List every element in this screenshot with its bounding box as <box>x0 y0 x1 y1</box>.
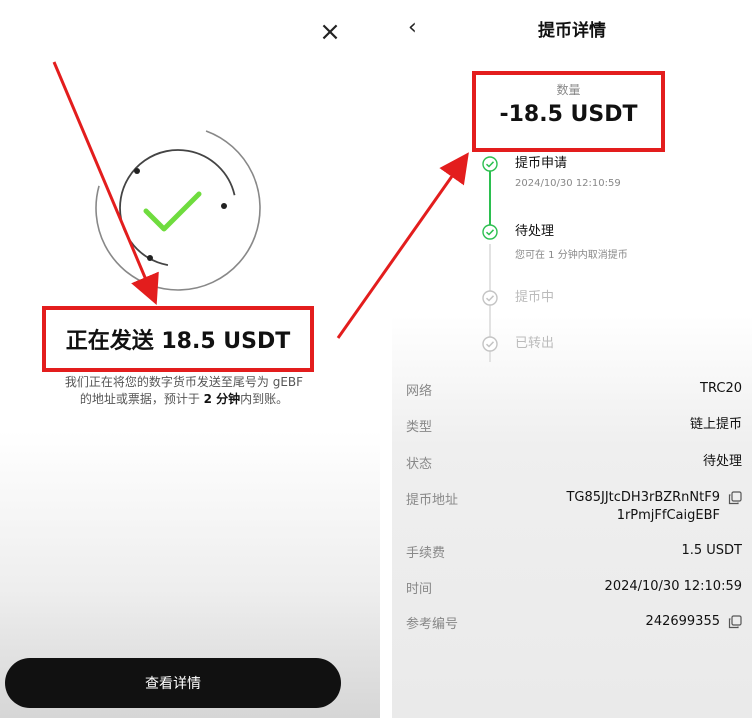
page-title: 提币详情 <box>538 21 606 41</box>
step-apply: 提币申请 2024/10/30 12:10:59 <box>482 156 742 196</box>
step-label: 提币申请 <box>515 156 568 171</box>
copy-icon[interactable] <box>728 491 742 505</box>
sending-title: 正在发送 18.5 USDT <box>65 329 291 354</box>
amount-value: -18.5 USDT <box>499 102 638 127</box>
success-spinner <box>95 125 261 291</box>
view-details-button[interactable]: 查看详情 <box>5 658 341 708</box>
step-timestamp: 2024/10/30 12:10:59 <box>515 178 621 189</box>
detail-row-address: 提币地址 TG85JJtcDH3rBZRnNtF9 1rPmjFfCaigEBF <box>406 489 742 529</box>
amount-label: 数量 <box>556 83 581 97</box>
step-withdrawing: 提币中 <box>482 290 742 330</box>
amount-highlight: 数量 -18.5 USDT <box>472 71 665 152</box>
step-processing: 待处理 您可在 1 分钟内取消提币 <box>482 224 742 264</box>
close-icon[interactable]: × <box>316 18 344 46</box>
step-note: 您可在 1 分钟内取消提币 <box>515 250 628 261</box>
check-circle-icon <box>482 156 498 172</box>
step-label: 待处理 <box>515 224 555 239</box>
withdraw-address[interactable]: TG85JJtcDH3rBZRnNtF9 1rPmjFfCaigEBF <box>566 489 720 525</box>
pending-circle-icon <box>482 290 498 306</box>
sending-description: 我们正在将您的数字货币发送至尾号为 gEBF 的地址或票据，预计于 2 分钟内到… <box>64 375 304 406</box>
withdraw-progress-timeline: 提币申请 2024/10/30 12:10:59 待处理 您可在 1 分钟内取消… <box>392 150 752 370</box>
step-label: 已转出 <box>515 336 555 351</box>
sending-amount-highlight: 正在发送 18.5 USDT <box>42 306 314 372</box>
send-status-screen: × 正在发送 18.5 USDT 我们正在将您的数字货币发送至尾号为 gEBF … <box>0 0 380 718</box>
step-transferred: 已转出 <box>482 336 742 376</box>
pending-circle-icon <box>482 336 498 352</box>
withdraw-details-screen: ‹ 提币详情 数量 -18.5 USDT 提币申请 2024/10/30 12:… <box>392 0 752 718</box>
check-circle-icon <box>482 224 498 240</box>
checkmark-icon <box>143 191 202 232</box>
step-label: 提币中 <box>515 290 555 305</box>
copy-icon[interactable] <box>728 615 742 629</box>
